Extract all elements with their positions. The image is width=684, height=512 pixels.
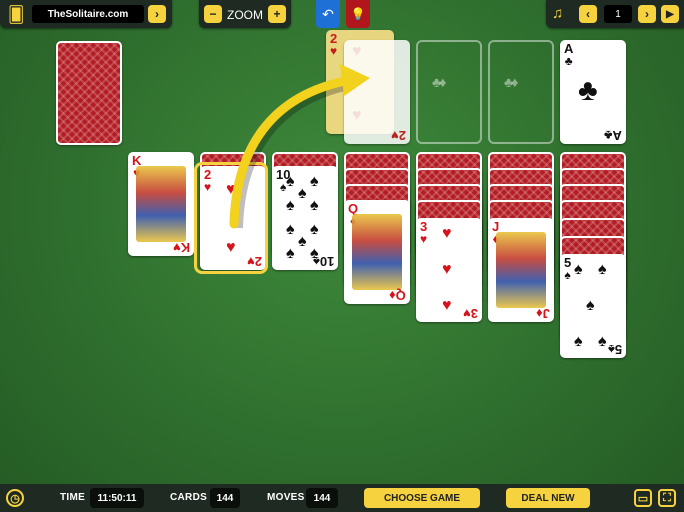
moves-value: 144 bbox=[306, 488, 338, 508]
card-icon: ▭ bbox=[637, 492, 649, 505]
clock-button[interactable]: ◷ bbox=[6, 489, 24, 507]
card-back-button[interactable]: ▭ bbox=[634, 489, 652, 507]
cards-label: CARDS bbox=[170, 492, 208, 503]
choose-game-button[interactable]: CHOOSE GAME bbox=[364, 488, 480, 508]
time-label: TIME bbox=[60, 492, 86, 503]
bottom-bar: ◷ TIME 11:50:11 CARDS 144 MOVES 144 CHOO… bbox=[0, 484, 684, 512]
moves-label: MOVES bbox=[267, 492, 305, 503]
clock-icon: ◷ bbox=[10, 492, 20, 505]
cards-value: 144 bbox=[210, 488, 240, 508]
time-value: 11:50:11 bbox=[90, 488, 144, 508]
deal-new-button[interactable]: DEAL NEW bbox=[506, 488, 590, 508]
fullscreen-icon: ⛶ bbox=[663, 491, 671, 504]
hint-arrow bbox=[229, 64, 370, 229]
fullscreen-button[interactable]: ⛶ bbox=[658, 489, 676, 507]
